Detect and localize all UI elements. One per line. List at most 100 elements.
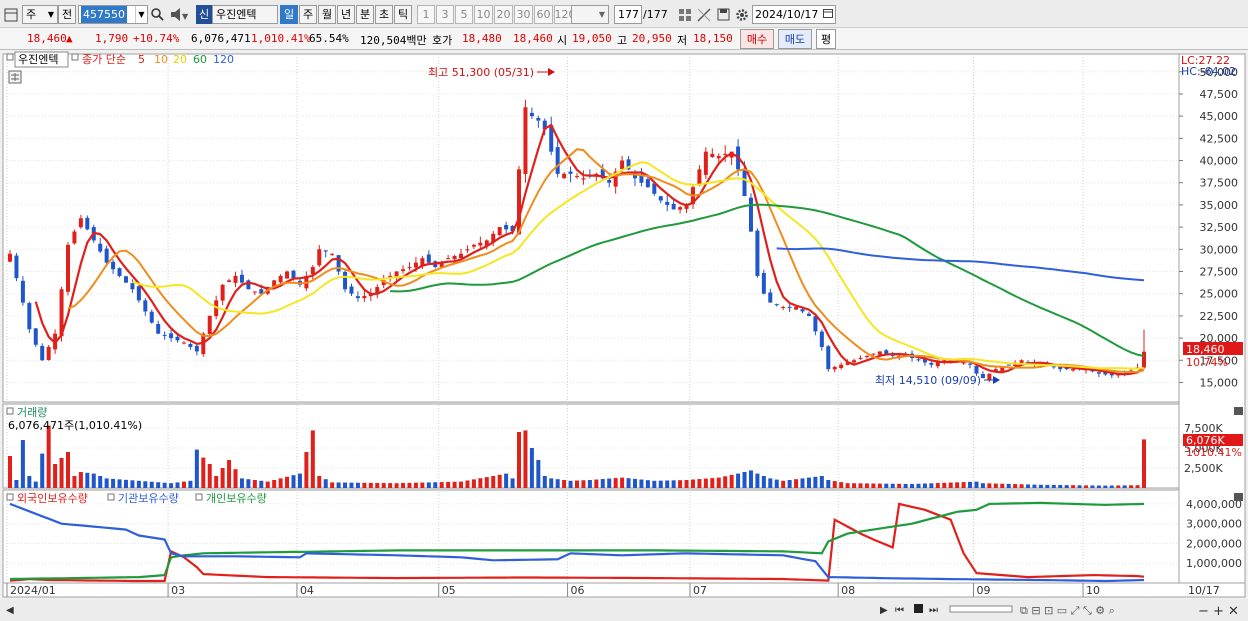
chart-tools-icons[interactable]: ⧉ ⊟ ⊡ ▭ ⤢ ⤡ ⚙ ⌕ — [1020, 604, 1115, 617]
volume-bar — [703, 478, 708, 488]
zoom-in-icon[interactable]: + — [1213, 604, 1224, 619]
candle — [800, 309, 805, 312]
panel-close-icon[interactable] — [1234, 407, 1243, 415]
volume-bar — [858, 483, 863, 488]
low-price: 18,150 — [693, 32, 733, 45]
candle — [233, 275, 238, 283]
zoom-out-icon[interactable]: − — [1198, 604, 1209, 619]
volume-bar — [890, 483, 895, 488]
candle — [143, 300, 148, 312]
volume-bar — [871, 483, 876, 488]
volume-bar — [214, 476, 219, 488]
candle — [362, 295, 367, 299]
minute-tab-30[interactable]: 30 — [514, 5, 533, 24]
candle — [703, 151, 708, 175]
volume-bar — [697, 479, 702, 488]
ma5-label: 5 — [138, 53, 145, 66]
minute-tab-20[interactable]: 20 — [494, 5, 513, 24]
volume-bar — [1064, 485, 1069, 488]
volume-bar — [297, 473, 302, 488]
volume-bar — [278, 478, 283, 488]
volume-bar — [665, 480, 670, 488]
minute-tab-5[interactable]: 5 — [455, 5, 473, 24]
volume-bar — [143, 481, 148, 488]
window-menu-icon[interactable] — [2, 5, 20, 24]
stock-code-input[interactable]: 457550 ▼ — [78, 5, 148, 24]
search-icon[interactable] — [148, 5, 166, 24]
volume-bar — [27, 476, 32, 488]
stop-icon[interactable] — [914, 604, 923, 613]
save-icon[interactable] — [714, 5, 732, 24]
minute-tab-10[interactable]: 10 — [474, 5, 493, 24]
volume-bar — [420, 482, 425, 488]
up-arrow-icon: ▲ — [66, 32, 73, 45]
x-tick-label: 04 — [300, 584, 314, 597]
sell-button[interactable]: 매도 — [778, 29, 812, 49]
candle — [285, 271, 290, 279]
minute-tab-3[interactable]: 3 — [436, 5, 454, 24]
scroll-track[interactable] — [949, 605, 1013, 613]
candle — [864, 355, 869, 357]
volume-bar — [181, 481, 186, 488]
candle — [536, 117, 541, 121]
candle — [884, 350, 889, 354]
volume-bar — [149, 481, 154, 488]
candle — [980, 374, 985, 379]
period-tab-4[interactable]: 분 — [356, 5, 374, 24]
candle — [658, 196, 663, 201]
gear-icon[interactable] — [733, 5, 751, 24]
volume-bar — [78, 472, 83, 488]
volume-bar — [497, 474, 502, 488]
prev-button[interactable]: 전 — [58, 5, 76, 24]
unit-select[interactable]: ▼ — [571, 5, 609, 24]
fast-forward-icon[interactable]: ⏭ — [929, 605, 938, 616]
scroll-left-icon[interactable]: ◀ — [6, 605, 14, 616]
count-input[interactable]: 177 — [614, 5, 642, 24]
period-tab-1[interactable]: 주 — [299, 5, 317, 24]
volume-bar — [426, 482, 431, 488]
panel-close-icon[interactable] — [1234, 493, 1243, 501]
minute-tab-1[interactable]: 1 — [417, 5, 435, 24]
volume-bar — [1096, 485, 1101, 488]
buy-button[interactable]: 매수 — [740, 29, 774, 49]
volume-value-text: 6,076,471주(1,010.41%) — [8, 419, 142, 432]
flat-button[interactable]: 평 — [816, 29, 836, 49]
speaker-icon[interactable]: ▼ — [167, 5, 193, 24]
volume-bar — [413, 482, 418, 488]
volume-bar — [233, 469, 238, 488]
volume-bar — [794, 479, 799, 488]
volume-bar — [942, 482, 947, 488]
scroll-right-icon[interactable]: ▶ — [880, 605, 888, 616]
cross-icon[interactable]: ✕ — [1228, 604, 1239, 619]
bottom-scrollbar[interactable]: ◀ ▶ ⏮ ⏭ ⧉ ⊟ ⊡ ▭ ⤢ ⤡ ⚙ ⌕ − + ✕ — [0, 599, 1248, 621]
period-tab-0[interactable]: 일 — [280, 5, 298, 24]
volume-bar — [381, 483, 386, 488]
volume-bar — [401, 483, 406, 488]
high-label: 고 — [617, 34, 628, 47]
volume-bar — [136, 480, 141, 488]
period-tab-2[interactable]: 월 — [318, 5, 336, 24]
period-tab-3[interactable]: 년 — [337, 5, 355, 24]
grid-toggle-icon[interactable] — [676, 5, 694, 24]
period-tab-6[interactable]: 틱 — [394, 5, 412, 24]
rewind-icon[interactable]: ⏮ — [895, 605, 904, 616]
minute-tab-60[interactable]: 60 — [534, 5, 553, 24]
foreign-legend: 외국인보유수량 — [17, 492, 88, 505]
volume-bar — [188, 480, 193, 488]
hc-label: HC:-64.02 — [1181, 65, 1236, 78]
volume-bar — [517, 432, 522, 488]
x-tick-label: 05 — [442, 584, 456, 597]
candle — [14, 255, 19, 279]
period-tab-5[interactable]: 초 — [375, 5, 393, 24]
date-input[interactable]: 2024/10/17 — [752, 5, 836, 24]
chart-svg: 50,00047,50045,00042,50040,00037,50035,0… — [0, 51, 1248, 621]
y-tick-label: 37,500 — [1200, 177, 1239, 190]
chart-area[interactable]: 50,000 47,500 45,000 42,500 40,000 37,500 35,0… — [0, 50, 1248, 621]
market-select[interactable]: 주 ▼ — [22, 5, 58, 24]
volume-bar — [832, 481, 837, 488]
volume-bar — [117, 479, 122, 488]
volume-bar — [813, 476, 818, 488]
draw-tool-icon[interactable] — [695, 5, 713, 24]
candle — [665, 201, 670, 205]
volume-bar — [98, 476, 103, 488]
